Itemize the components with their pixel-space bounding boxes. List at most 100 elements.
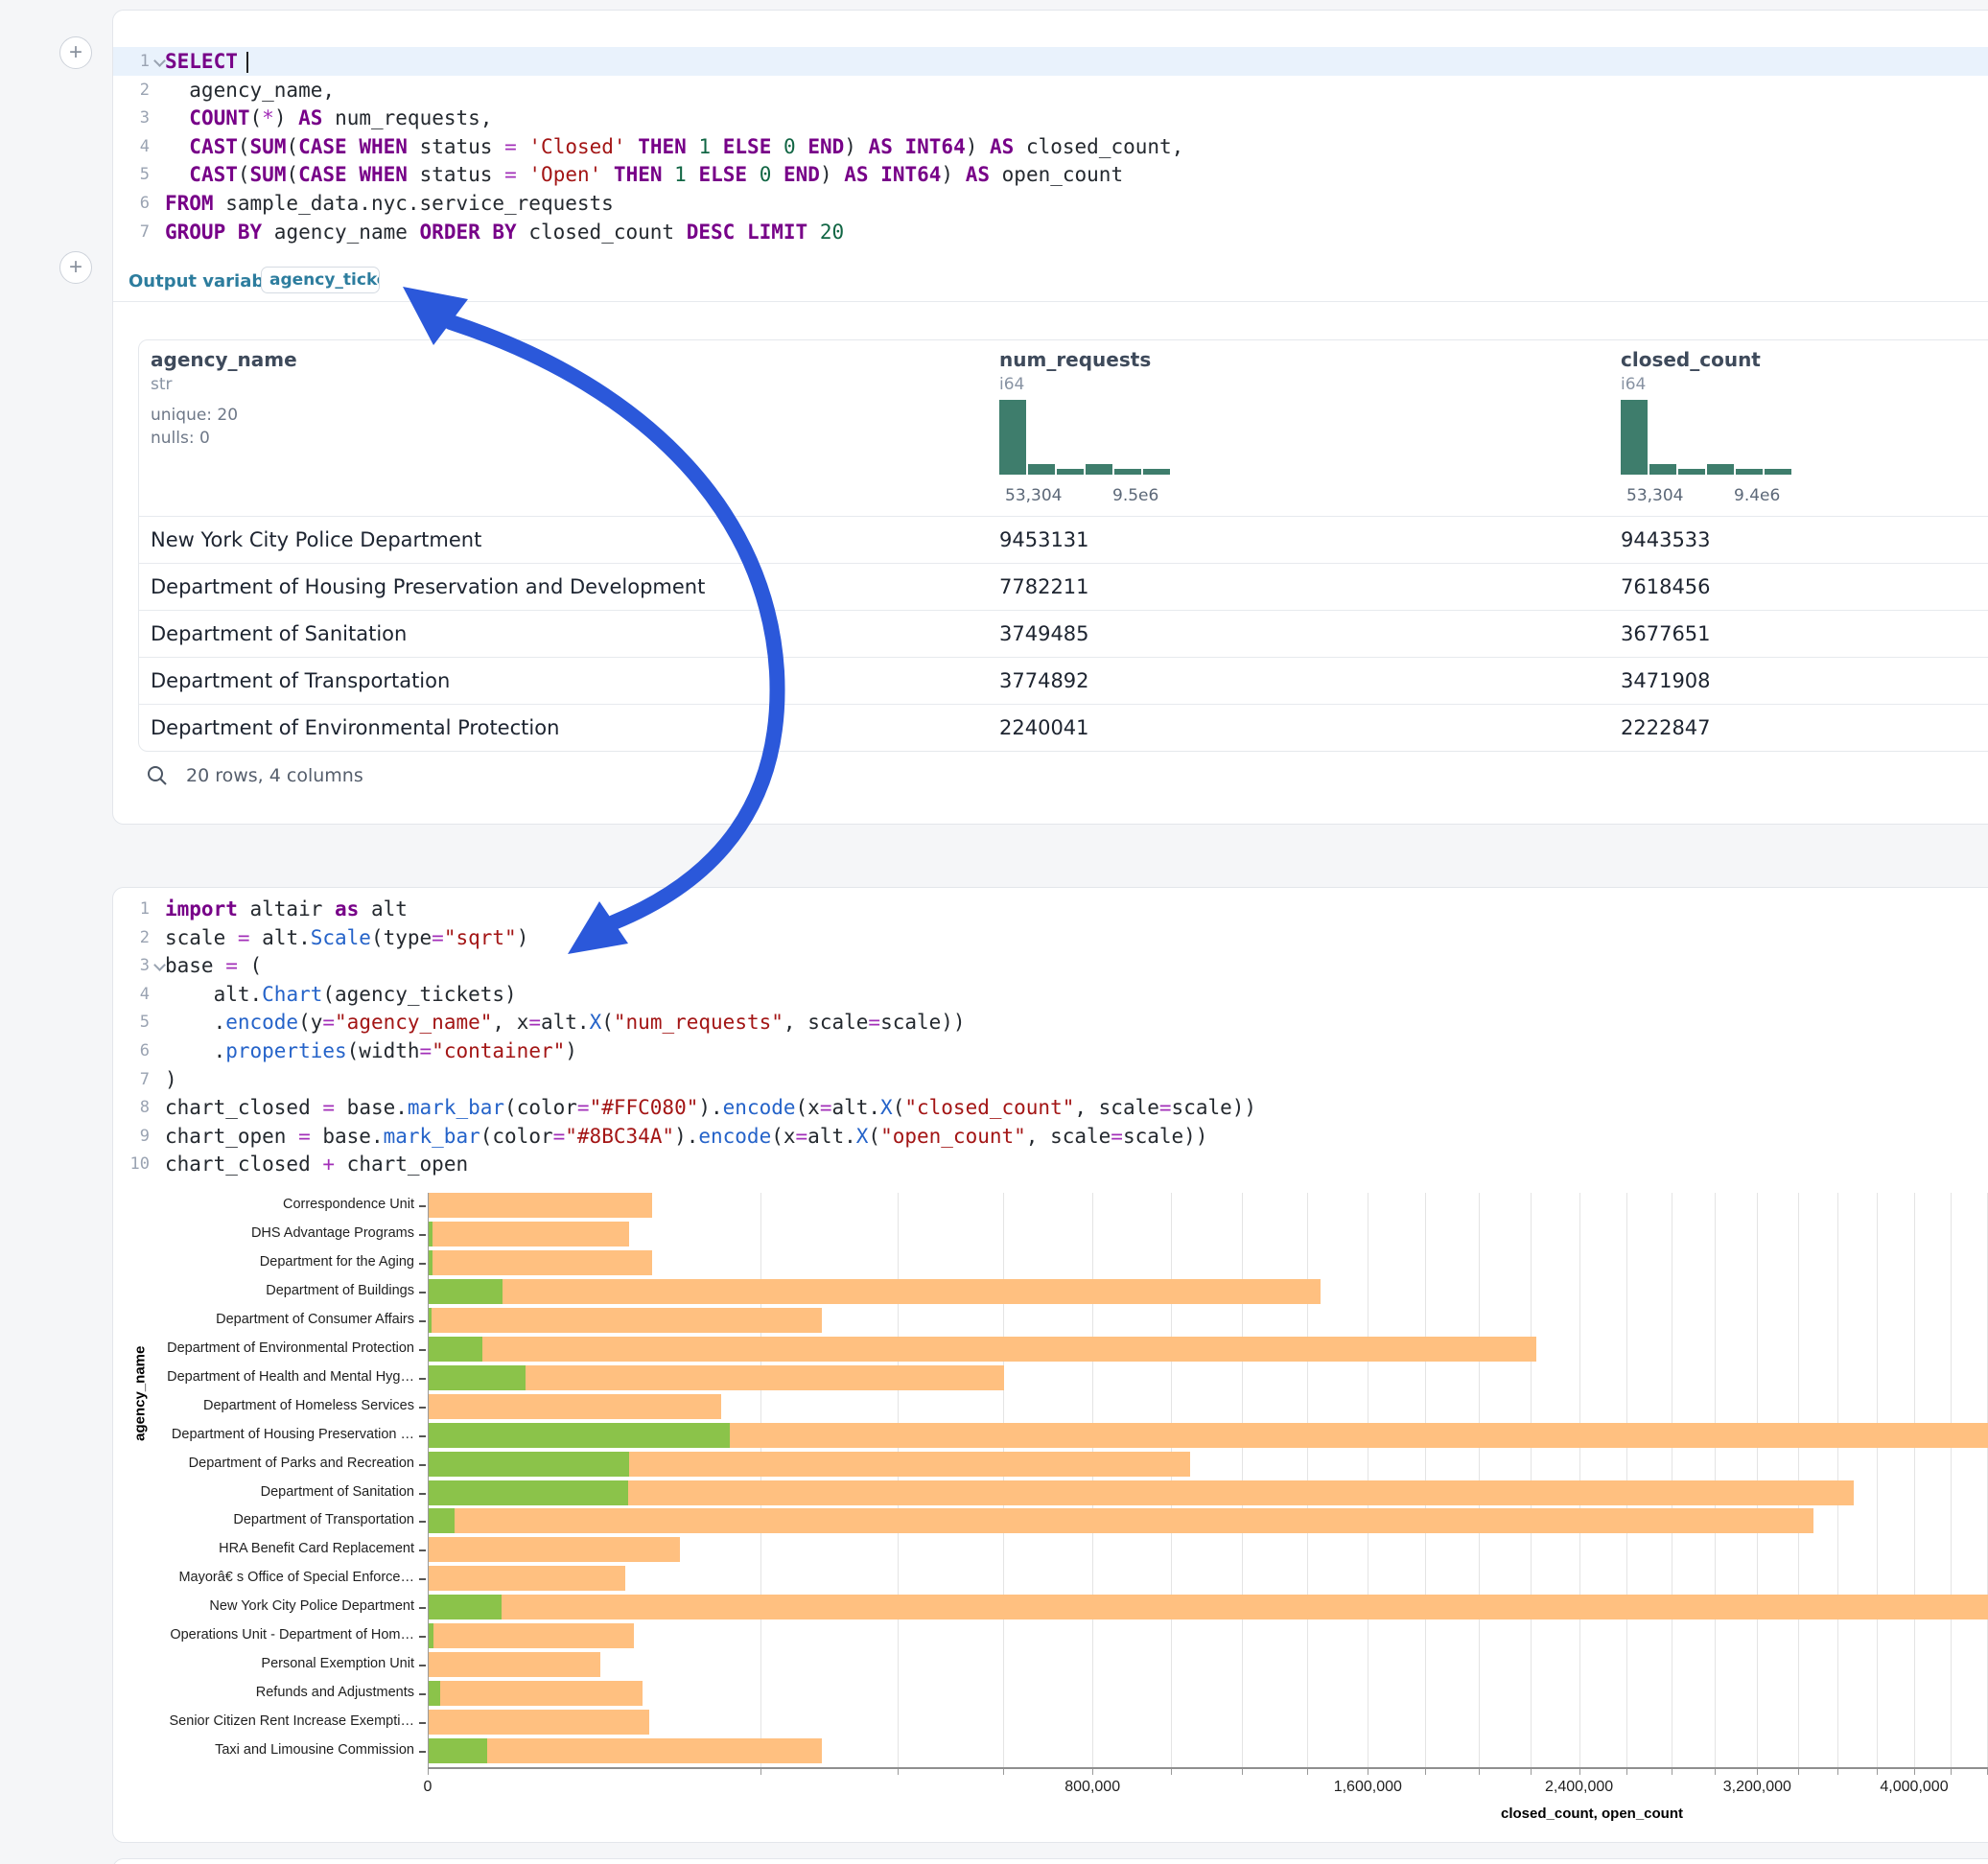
line-number: 5 — [113, 1008, 150, 1037]
sql-code-editor[interactable]: 1SELECT2 agency_name,3 COUNT(*) AS num_r… — [113, 47, 1988, 262]
code-token: THEN — [638, 135, 687, 158]
code-line[interactable]: 7GROUP BY agency_name ORDER BY closed_co… — [113, 218, 1988, 246]
code-token — [869, 163, 881, 186]
code-text: chart_open = base.mark_bar(color="#8BC34… — [165, 1122, 1207, 1151]
code-token: chart_open — [335, 1153, 468, 1176]
code-text: import altair as alt — [165, 895, 408, 923]
table-cell: 3774892 — [999, 658, 1089, 705]
code-line[interactable]: 4 alt.Chart(agency_tickets) — [113, 980, 1988, 1009]
code-token — [747, 163, 760, 186]
code-token: "container" — [432, 1039, 565, 1062]
table-row[interactable]: Department of Sanitation37494853677651 — [139, 610, 1988, 658]
code-token: (color — [504, 1096, 577, 1119]
column-header[interactable]: num_requests — [999, 348, 1151, 371]
code-token: "agency_name" — [335, 1011, 492, 1034]
code-token: WHEN — [359, 163, 408, 186]
code-token: encode — [225, 1011, 298, 1034]
code-token: alt — [359, 897, 408, 920]
code-token: 0 — [760, 163, 772, 186]
histogram-bar — [1057, 469, 1084, 475]
code-token: chart_closed — [165, 1096, 322, 1119]
code-token: SUM — [250, 163, 287, 186]
code-token: ( — [286, 163, 298, 186]
code-token: ) — [966, 135, 990, 158]
table-cell: 2222847 — [1621, 705, 1711, 752]
column-header[interactable]: agency_name — [151, 348, 297, 371]
table-row[interactable]: New York City Police Department945313194… — [139, 516, 1988, 564]
code-token: = — [1111, 1125, 1123, 1148]
code-token: alt. — [831, 1096, 880, 1119]
histogram-max-label: 9.5e6 — [1112, 486, 1158, 505]
code-token: AS — [990, 135, 1014, 158]
code-line[interactable]: 2 agency_name, — [113, 76, 1988, 105]
table-row[interactable]: Department of Transportation377489234719… — [139, 657, 1988, 705]
table-row[interactable]: Department of Housing Preservation and D… — [139, 563, 1988, 611]
code-line[interactable]: 7) — [113, 1065, 1988, 1094]
fold-chevron-icon[interactable] — [153, 959, 166, 971]
code-token: ( — [250, 106, 263, 129]
table-search-icon[interactable] — [146, 764, 169, 791]
output-variable-pill[interactable]: agency_tickets — [261, 267, 380, 293]
code-line[interactable]: 3base = ( — [113, 951, 1988, 980]
code-line[interactable]: 3 COUNT(*) AS num_requests, — [113, 104, 1988, 132]
code-text: CAST(SUM(CASE WHEN status = 'Open' THEN … — [165, 160, 1123, 189]
add-cell-button-top[interactable]: + — [59, 36, 92, 69]
code-token: "num_requests" — [614, 1011, 784, 1034]
code-token: 'Closed' — [528, 135, 625, 158]
code-token: (type — [371, 926, 432, 949]
code-line[interactable]: 4 CAST(SUM(CASE WHEN status = 'Closed' T… — [113, 132, 1988, 161]
code-line[interactable]: 9chart_open = base.mark_bar(color="#8BC3… — [113, 1122, 1988, 1151]
code-token: AS — [844, 163, 868, 186]
line-number: 3 — [113, 104, 150, 132]
add-cell-button-middle[interactable]: + — [59, 251, 92, 284]
code-text: .properties(width="container") — [165, 1037, 577, 1065]
code-token: END — [784, 163, 820, 186]
histogram-min-label: 53,304 — [1005, 486, 1062, 505]
code-token: LIMIT — [747, 221, 807, 244]
code-token: SELECT — [165, 50, 238, 73]
code-token: ) — [517, 926, 529, 949]
code-token: (y — [298, 1011, 322, 1034]
result-table: agency_namestrunique: 20nulls: 0num_requ… — [138, 339, 1988, 752]
code-token: ). — [698, 1096, 722, 1119]
code-token: alt. — [541, 1011, 590, 1034]
code-line[interactable]: 1SELECT — [113, 47, 1988, 76]
code-line[interactable]: 10chart_closed + chart_open — [113, 1150, 1988, 1178]
code-token: status — [408, 135, 504, 158]
code-token: "open_count" — [880, 1125, 1026, 1148]
column-header[interactable]: closed_count — [1621, 348, 1761, 371]
code-token: "sqrt" — [444, 926, 517, 949]
code-line[interactable]: 2scale = alt.Scale(type="sqrt") — [113, 923, 1988, 952]
code-token: ) — [820, 163, 844, 186]
fold-chevron-icon[interactable] — [153, 55, 166, 67]
code-token: FROM — [165, 192, 214, 215]
line-number: 4 — [113, 980, 150, 1009]
code-token: , x — [492, 1011, 528, 1034]
code-token: * — [262, 106, 274, 129]
column-meta: unique: 20 — [151, 406, 238, 425]
line-number: 7 — [113, 1065, 150, 1094]
python-code-editor[interactable]: 1import altair as alt2scale = alt.Scale(… — [113, 895, 1988, 1182]
code-line[interactable]: 8chart_closed = base.mark_bar(color="#FF… — [113, 1093, 1988, 1122]
code-token: base — [165, 954, 225, 977]
table-cell: 7782211 — [999, 564, 1089, 611]
table-row[interactable]: Department of Environmental Protection22… — [139, 704, 1988, 752]
code-token: agency_name — [262, 221, 419, 244]
code-token: CASE — [298, 163, 347, 186]
code-token: , scale — [1074, 1096, 1159, 1119]
code-token: GROUP BY — [165, 221, 262, 244]
code-line[interactable]: 6FROM sample_data.nyc.service_requests — [113, 189, 1988, 218]
code-token: ). — [674, 1125, 698, 1148]
code-token: chart_open — [165, 1125, 298, 1148]
code-token: , scale — [1026, 1125, 1111, 1148]
code-token: base. — [311, 1125, 384, 1148]
code-line[interactable]: 6 .properties(width="container") — [113, 1037, 1988, 1065]
code-token: WHEN — [359, 135, 408, 158]
code-token — [893, 135, 905, 158]
code-line[interactable]: 1import altair as alt — [113, 895, 1988, 923]
code-line[interactable]: 5 CAST(SUM(CASE WHEN status = 'Open' THE… — [113, 160, 1988, 189]
code-line[interactable]: 5 .encode(y="agency_name", x=alt.X("num_… — [113, 1008, 1988, 1037]
code-token: ( — [601, 1011, 614, 1034]
code-token: "#8BC34A" — [565, 1125, 674, 1148]
line-number: 8 — [113, 1093, 150, 1122]
